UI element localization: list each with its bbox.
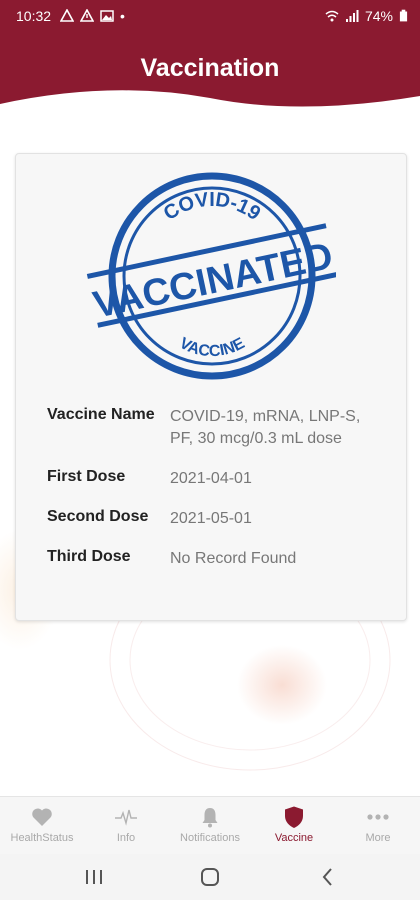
recents-icon[interactable] bbox=[83, 866, 105, 888]
vaccination-card: COVID-19 VACCINE VACCINATED Vaccine Name… bbox=[15, 153, 407, 621]
more-dots-icon bbox=[367, 814, 389, 820]
status-notification-icons: • bbox=[60, 8, 125, 24]
nav-label-vaccine: Vaccine bbox=[274, 832, 314, 844]
notification-alert-icon bbox=[80, 9, 94, 22]
page-title: Vaccination bbox=[140, 54, 280, 82]
nav-tab-notifications[interactable]: Notifications bbox=[168, 797, 252, 855]
vaccinated-stamp-icon: COVID-19 VACCINE VACCINATED bbox=[86, 172, 336, 380]
wifi-icon bbox=[325, 10, 339, 22]
third-dose-label: Third Dose bbox=[47, 548, 131, 565]
third-dose-value: No Record Found bbox=[170, 550, 297, 567]
status-time: 10:32 bbox=[16, 8, 52, 24]
nav-tab-info[interactable]: Info bbox=[84, 797, 168, 855]
nav-tab-vaccine[interactable]: Vaccine bbox=[252, 797, 336, 855]
bell-icon bbox=[202, 808, 218, 828]
nav-label-notifications: Notifications bbox=[180, 832, 240, 844]
svg-text:COVID-19: COVID-19 bbox=[160, 189, 265, 225]
status-system-icons: 74% bbox=[325, 8, 408, 24]
pulse-icon bbox=[115, 809, 137, 826]
battery-percent: 74% bbox=[364, 8, 393, 24]
nav-tab-healthstatus[interactable]: HealthStatus bbox=[0, 797, 84, 855]
shield-icon bbox=[285, 806, 303, 828]
heart-icon bbox=[32, 808, 52, 826]
image-icon bbox=[100, 10, 114, 22]
battery-icon bbox=[399, 9, 408, 22]
first-dose-label: First Dose bbox=[47, 468, 126, 485]
second-dose-value: 2021-05-01 bbox=[170, 510, 252, 527]
app-header: 10:32 • 74% Vaccination bbox=[0, 0, 420, 112]
second-dose-label: Second Dose bbox=[47, 508, 149, 525]
notification-triangle-icon bbox=[60, 9, 74, 22]
stamp-bottom-text: VACCINE bbox=[176, 335, 247, 361]
stamp-top-text: COVID-19 bbox=[160, 189, 265, 225]
nav-label-info: Info bbox=[116, 832, 136, 844]
nav-tab-more[interactable]: More bbox=[336, 797, 420, 855]
vaccine-name-value: COVID-19, mRNA, LNP-S, PF, 30 mcg/0.3 mL… bbox=[170, 408, 361, 447]
home-icon[interactable] bbox=[199, 866, 221, 888]
vaccine-name-label: Vaccine Name bbox=[47, 406, 155, 423]
back-icon[interactable] bbox=[317, 866, 339, 888]
nav-label-more: More bbox=[365, 832, 391, 844]
status-dot: • bbox=[120, 8, 125, 24]
signal-icon bbox=[345, 10, 359, 22]
bottom-navigation: HealthStatus Info Notifications Vaccine … bbox=[0, 796, 420, 855]
status-bar: 10:32 • 74% bbox=[0, 0, 420, 32]
svg-text:VACCINE: VACCINE bbox=[176, 335, 247, 361]
system-navigation-bar bbox=[0, 854, 420, 900]
nav-label-healthstatus: HealthStatus bbox=[10, 832, 74, 844]
first-dose-value: 2021-04-01 bbox=[170, 470, 252, 487]
